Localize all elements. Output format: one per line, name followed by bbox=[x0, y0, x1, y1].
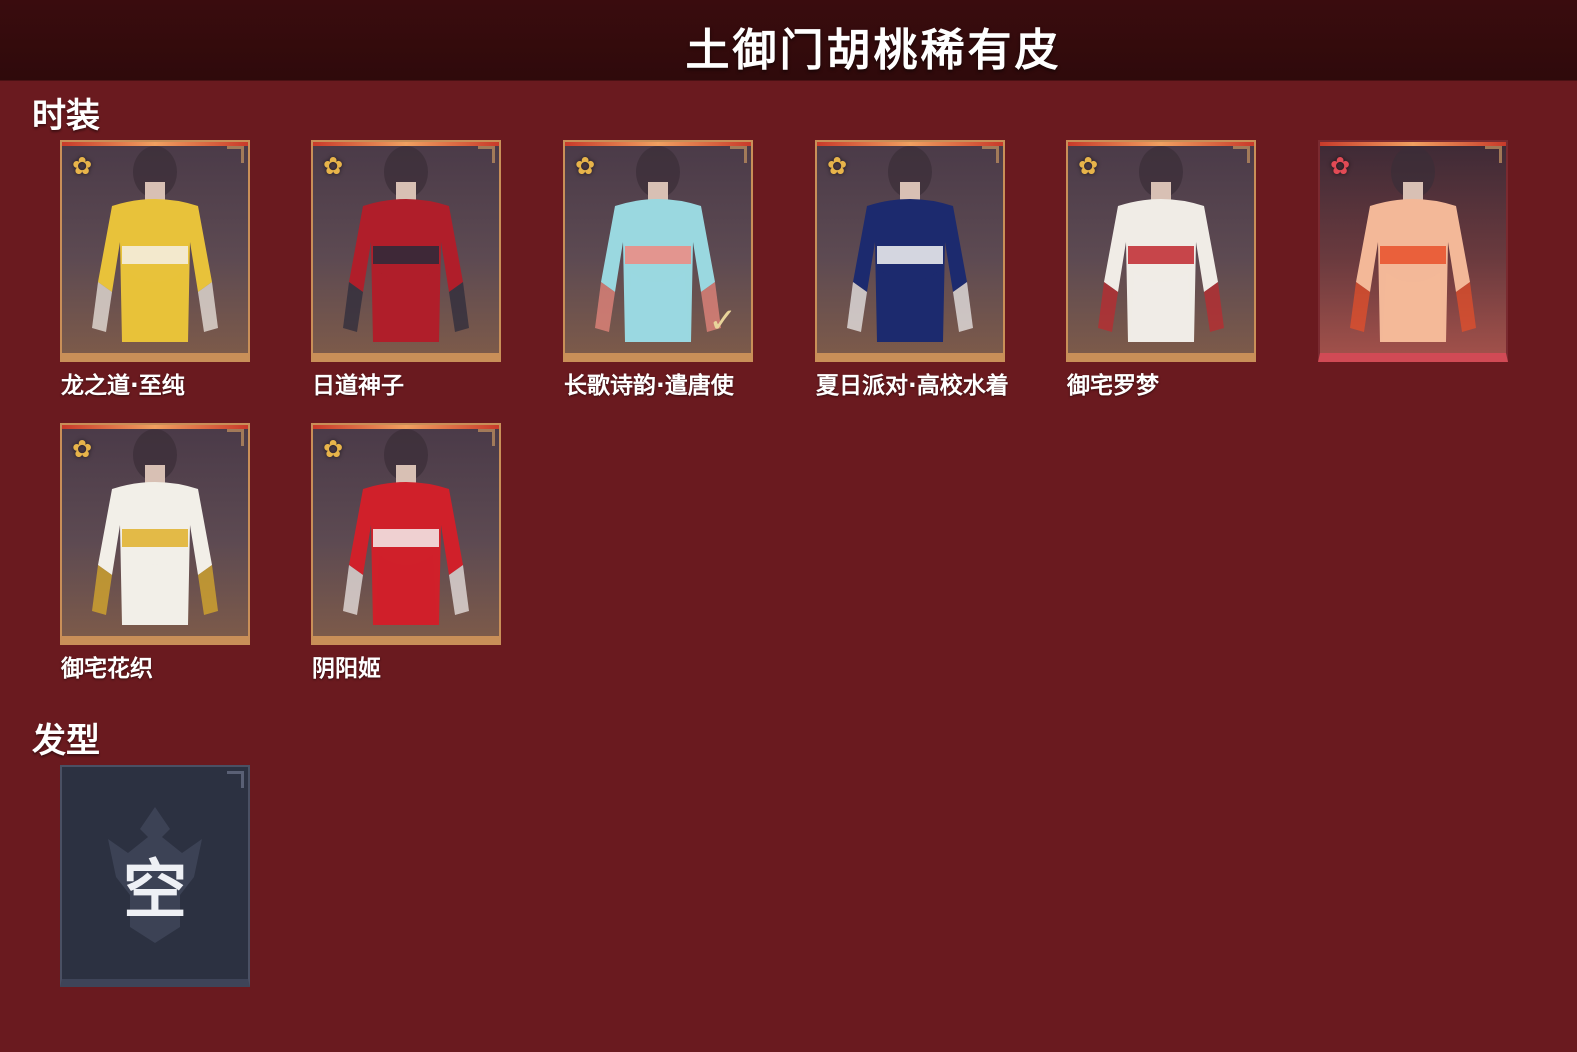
outfit-card[interactable]: ✿ bbox=[1066, 140, 1256, 362]
gold-flower-icon: ✿ bbox=[575, 152, 596, 180]
empty-label: 空 bbox=[123, 854, 187, 928]
gold-flower-icon: ✿ bbox=[827, 152, 848, 180]
hairstyle-empty-slot[interactable]: 空 bbox=[60, 765, 250, 987]
outfit-name: 龙之道·至纯 bbox=[61, 373, 185, 399]
outfit-card[interactable]: ✿ bbox=[1318, 140, 1508, 362]
page-title: 土御门胡桃稀有皮 bbox=[685, 25, 1062, 76]
corner-ornament bbox=[730, 146, 747, 163]
red-flower-icon: ✿ bbox=[1330, 152, 1351, 180]
gold-flower-icon: ✿ bbox=[323, 152, 344, 180]
outfit-card[interactable]: ✿ ✓ bbox=[563, 140, 753, 362]
corner-ornament bbox=[227, 429, 244, 446]
gold-flower-icon: ✿ bbox=[1078, 152, 1099, 180]
selected-check-icon: ✓ bbox=[708, 301, 738, 341]
gold-flower-icon: ✿ bbox=[72, 152, 93, 180]
corner-ornament bbox=[1233, 146, 1250, 163]
outfit-card[interactable]: ✿ bbox=[60, 423, 250, 645]
section-title-hairstyle: 发型 bbox=[32, 721, 100, 761]
outfit-card[interactable]: ✿ bbox=[311, 140, 501, 362]
corner-ornament bbox=[1485, 146, 1502, 163]
corner-ornament bbox=[227, 146, 244, 163]
outfit-name: 长歌诗韵·遣唐使 bbox=[564, 373, 734, 399]
section-title-fashion: 时装 bbox=[32, 96, 100, 136]
corner-ornament bbox=[478, 146, 495, 163]
outfit-name: 御宅罗梦 bbox=[1067, 373, 1159, 399]
outfit-name: 御宅花织 bbox=[61, 656, 153, 682]
outfit-card[interactable]: ✿ bbox=[311, 423, 501, 645]
outfit-card[interactable]: ✿ bbox=[815, 140, 1005, 362]
outfit-name: 日道神子 bbox=[312, 373, 404, 399]
gold-flower-icon: ✿ bbox=[323, 435, 344, 463]
outfit-name: 夏日派对·高校水着 bbox=[816, 373, 1009, 399]
header-bar: 土御门胡桃稀有皮 bbox=[0, 0, 1577, 81]
corner-ornament bbox=[478, 429, 495, 446]
gold-flower-icon: ✿ bbox=[72, 435, 93, 463]
corner-ornament bbox=[982, 146, 999, 163]
outfit-name: 阴阳姬 bbox=[312, 656, 381, 682]
outfit-card[interactable]: ✿ bbox=[60, 140, 250, 362]
